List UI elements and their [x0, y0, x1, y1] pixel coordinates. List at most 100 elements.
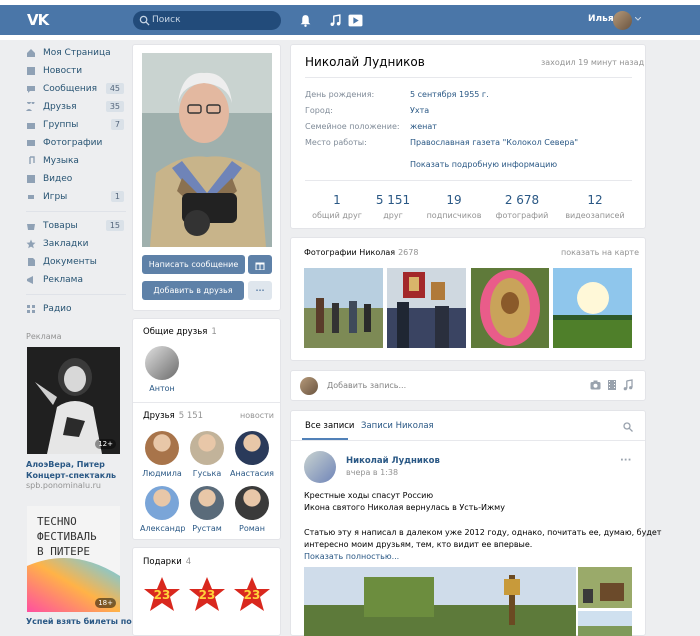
gifts-title[interactable]: Подарки 4 — [143, 557, 191, 567]
info-value[interactable]: женат — [410, 122, 437, 131]
festival-line: ФЕСТИВАЛЬ — [37, 530, 97, 543]
sidebar-item-documents[interactable]: Документы — [26, 253, 126, 271]
sidebar-item-label: Моя Страница — [43, 48, 111, 58]
user-name[interactable]: Илья — [588, 14, 614, 24]
post-author-avatar[interactable] — [304, 451, 336, 483]
friend-item[interactable]: Рустам — [185, 486, 229, 533]
tab-all-posts[interactable]: Все записи — [305, 421, 354, 431]
sidebar-item-label: Музыка — [43, 156, 79, 166]
camera-icon[interactable] — [590, 380, 601, 390]
last-seen-status: заходил 19 минут назад — [541, 58, 645, 67]
common-friends-title[interactable]: Общие друзья 1 — [143, 327, 217, 337]
ad-title-line: АлоэВера, Питер — [26, 460, 105, 469]
post-author-name[interactable]: Николай Лудников — [346, 456, 440, 466]
sidebar-item-music[interactable]: Музыка — [26, 152, 126, 170]
friend-name: Александр — [140, 524, 186, 533]
composer-avatar — [300, 377, 318, 395]
user-avatar[interactable] — [613, 11, 632, 30]
profile-counter[interactable]: 2 678 фотографий — [482, 193, 562, 220]
chevron-down-icon[interactable] — [635, 17, 641, 21]
sidebar-item-groups[interactable]: Группы 7 — [26, 116, 126, 134]
more-actions-button[interactable]: ··· — [248, 281, 272, 300]
friends-updates-link[interactable]: новости — [240, 411, 274, 420]
ad-title[interactable]: Успей взять билеты по — [26, 617, 136, 626]
post-photo-procession — [304, 567, 576, 636]
gift-button[interactable] — [248, 255, 272, 274]
sidebar-item-radio[interactable]: Радио — [26, 300, 126, 318]
groups-icon — [27, 123, 35, 129]
sidebar-item-ads[interactable]: Реклама — [26, 271, 126, 289]
ad-image-festival[interactable]: TECHNO ФЕСТИВАЛЬ В ПИТЕРЕ 18+ — [27, 506, 120, 612]
composer-placeholder[interactable]: Добавить запись... — [327, 381, 406, 390]
sidebar-item-label: Группы — [43, 120, 79, 130]
info-value[interactable]: 5 сентября 1955 г. — [410, 90, 489, 99]
profile-counter[interactable]: 12 видеозаписей — [555, 193, 635, 220]
gift-item[interactable]: 23 — [232, 575, 272, 615]
send-message-button[interactable]: Написать сообщение — [142, 255, 245, 274]
sidebar-item-messages[interactable]: Сообщения 45 — [26, 80, 126, 98]
friend-item[interactable]: Антон — [140, 346, 184, 393]
counter-label: фотографий — [495, 211, 549, 220]
friend-name: Антон — [149, 384, 175, 393]
post-timestamp[interactable]: вчера в 1:38 — [346, 468, 398, 477]
play-icon[interactable] — [348, 14, 363, 27]
show-full-post-link[interactable]: Показать полностью... — [304, 551, 399, 563]
search-icon[interactable] — [623, 422, 633, 432]
profile-name: Николай Лудников — [305, 55, 425, 69]
sidebar-item-count: 15 — [105, 220, 124, 231]
video-icon[interactable] — [607, 380, 617, 390]
friend-item[interactable]: Александр — [140, 486, 186, 533]
music-player-icon[interactable] — [329, 14, 342, 27]
gift-item[interactable]: 23 — [142, 575, 182, 615]
gift-label: 23 — [243, 588, 261, 602]
profile-avatar[interactable] — [142, 53, 272, 247]
photos-title[interactable]: Фотографии Николая 2678 — [304, 248, 418, 257]
tab-owner-posts[interactable]: Записи Николая — [361, 421, 434, 431]
ad-photo-woman — [27, 347, 120, 454]
post-main-image[interactable] — [304, 567, 576, 636]
gifts-count: 4 — [185, 557, 192, 567]
notifications-bell-icon[interactable] — [299, 14, 312, 27]
friends-title[interactable]: Друзья 5 151 — [143, 411, 203, 421]
sidebar-item-label: Друзья — [43, 102, 77, 112]
show-more-info-link[interactable]: Показать подробную информацию — [410, 160, 557, 169]
show-on-map-link[interactable]: показать на карте — [561, 248, 639, 257]
gift-item[interactable]: 23 — [187, 575, 227, 615]
friend-name: Роман — [239, 524, 265, 533]
sidebar-item-friends[interactable]: Друзья 35 — [26, 98, 126, 116]
post-side-image[interactable] — [578, 611, 632, 636]
photo-thumbnail[interactable] — [387, 268, 466, 348]
sidebar-item-bookmarks[interactable]: Закладки — [26, 235, 126, 253]
sidebar-item-games[interactable]: Игры 1 — [26, 188, 126, 206]
friend-item[interactable]: Гуська — [185, 431, 229, 478]
sidebar-item-video[interactable]: Видео — [26, 170, 126, 188]
sidebar-item-count: 7 — [110, 119, 124, 130]
video-icon — [27, 175, 35, 183]
post-menu-button[interactable]: ··· — [620, 455, 631, 466]
search-input[interactable]: Поиск — [133, 11, 281, 30]
post-text-line: Икона святого Николая вернулась в Усть-И… — [304, 503, 505, 512]
photo-thumbnail[interactable] — [471, 268, 549, 348]
friend-item[interactable]: Людмила — [140, 431, 184, 478]
common-friends-count: 1 — [211, 327, 217, 337]
info-value[interactable]: Православная газета "Колокол Севера" — [410, 138, 578, 147]
photo-thumbnail[interactable] — [553, 268, 632, 348]
sidebar-item-news[interactable]: Новости — [26, 62, 126, 80]
sidebar-item-photos[interactable]: Фотографии — [26, 134, 126, 152]
ad-image-concert[interactable]: 12+ — [27, 347, 120, 454]
info-label: Город: — [305, 106, 333, 115]
friend-item[interactable]: Роман — [230, 486, 274, 533]
common-friends-label: Общие друзья — [143, 327, 208, 337]
music-icon[interactable] — [623, 379, 633, 391]
vk-logo[interactable]: VK — [27, 11, 49, 29]
info-value[interactable]: Ухта — [410, 106, 429, 115]
divider — [291, 440, 645, 441]
sidebar-item-goods[interactable]: Товары 15 — [26, 217, 126, 235]
photo-thumbnail[interactable] — [304, 268, 383, 348]
ad-title[interactable]: АлоэВера, Питер Концерт-спектакль — [26, 459, 136, 481]
sidebar-item-home[interactable]: Моя Страница — [26, 44, 126, 62]
post-side-image[interactable] — [578, 567, 632, 608]
add-friend-button[interactable]: Добавить в друзья — [142, 281, 244, 300]
age-badge: 18+ — [95, 598, 116, 608]
friend-item[interactable]: Анастасия — [230, 431, 274, 478]
